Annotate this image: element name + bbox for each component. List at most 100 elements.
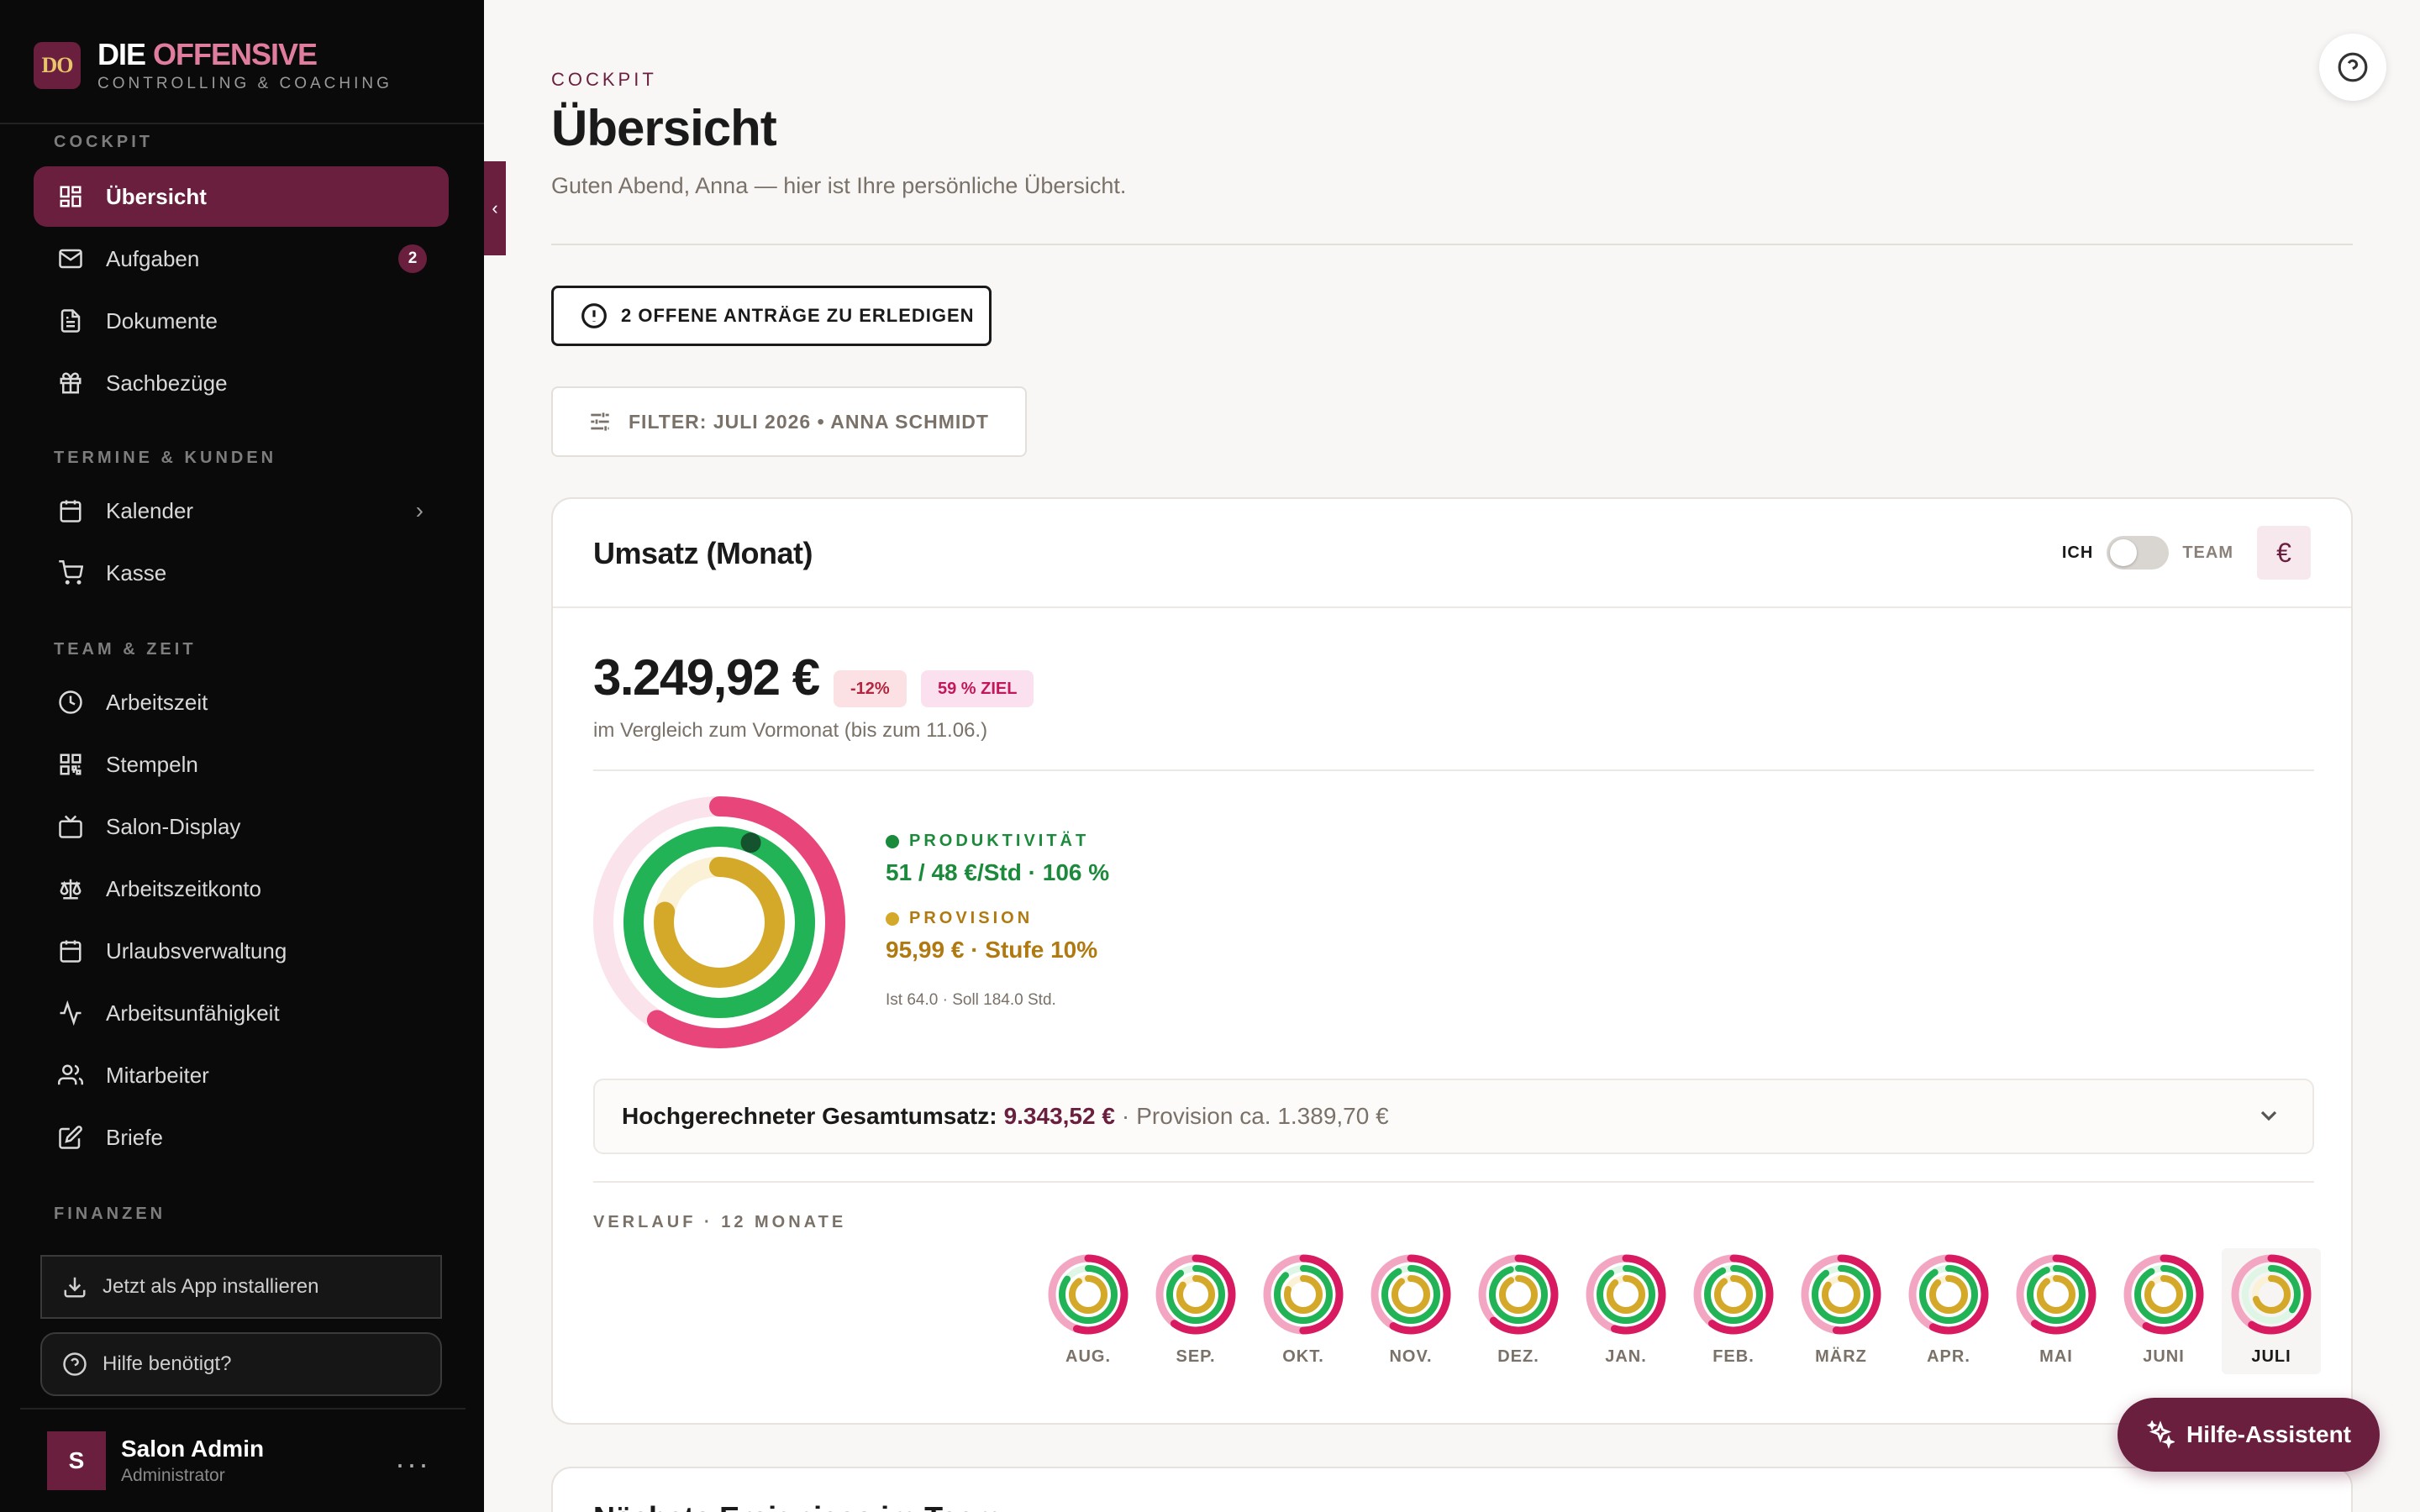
sidebar-item-label: Aufgaben — [106, 245, 200, 271]
month-commission-ring — [1392, 1275, 1430, 1314]
month-item[interactable]: NOV. — [1361, 1248, 1460, 1374]
month-item[interactable]: JULI — [2222, 1248, 2321, 1374]
avatar: S — [47, 1431, 106, 1490]
month-item[interactable]: MAI — [2007, 1248, 2106, 1374]
section-label-termine: TERMINE & KUNDEN — [54, 449, 277, 467]
alert-icon — [581, 303, 607, 328]
sidebar: DO DIE OFFENSIVE CONTROLLING & COACHING … — [0, 0, 484, 1512]
month-rings — [2123, 1254, 2204, 1335]
month-item[interactable]: OKT. — [1254, 1248, 1353, 1374]
sidebar-item-label: Briefe — [106, 1124, 163, 1150]
month-item[interactable]: FEB. — [1684, 1248, 1783, 1374]
month-item[interactable]: MÄRZ — [1791, 1248, 1891, 1374]
activity-icon — [57, 1000, 84, 1026]
month-rings — [1155, 1254, 1236, 1335]
toggle-label-team[interactable]: TEAM — [2182, 543, 2233, 563]
month-item[interactable]: DEZ. — [1469, 1248, 1568, 1374]
productivity-legend: PRODUKTIVITÄT 51 / 48 €/Std · 106 % — [886, 832, 1109, 886]
month-commission-ring — [1069, 1275, 1107, 1314]
user-profile[interactable]: S Salon Admin Administrator — [47, 1431, 264, 1490]
sidebar-item-arbeitszeit[interactable]: Arbeitszeit — [34, 672, 449, 732]
month-item[interactable]: SEP. — [1146, 1248, 1245, 1374]
month-item[interactable]: APR. — [1899, 1248, 1998, 1374]
month-commission-ring — [1607, 1275, 1645, 1314]
month-item[interactable]: JUNI — [2114, 1248, 2213, 1374]
month-rings — [1586, 1254, 1666, 1335]
history-label: VERLAUF · 12 MONATE — [593, 1213, 847, 1231]
sidebar-item-label: Stempeln — [106, 751, 198, 777]
collapse-sidebar-button[interactable]: ‹ — [484, 161, 506, 255]
currency-button[interactable]: € — [2257, 526, 2311, 580]
month-label: DEZ. — [1497, 1347, 1539, 1366]
help-icon — [2338, 52, 2368, 82]
toggle-knob — [2110, 539, 2138, 566]
productivity-overshoot-marker — [740, 832, 761, 853]
sidebar-item-label: Arbeitszeit — [106, 689, 208, 715]
sparkles-icon — [2146, 1420, 2175, 1449]
month-rings — [1048, 1254, 1128, 1335]
sidebar-item-label: Arbeitsunfähigkeit — [106, 1000, 280, 1026]
month-commission-ring — [1499, 1275, 1538, 1314]
filter-button[interactable]: FILTER: JULI 2026 • ANNA SCHMIDT — [551, 386, 1027, 457]
commission-label: PROVISION — [909, 909, 1034, 927]
month-item[interactable]: AUG. — [1039, 1248, 1138, 1374]
goal-badge: 59 % ZIEL — [921, 670, 1034, 707]
month-commission-ring — [1929, 1275, 1968, 1314]
hours-note: Ist 64.0 · Soll 184.0 Std. — [886, 991, 1056, 1009]
sidebar-item-arbeitszeitkonto[interactable]: Arbeitszeitkonto — [34, 858, 449, 919]
help-button[interactable] — [2319, 34, 2386, 101]
month-rings — [1370, 1254, 1451, 1335]
gift-icon — [57, 370, 84, 396]
install-app-button[interactable]: Jetzt als App installieren — [40, 1255, 442, 1319]
sidebar-item-briefe[interactable]: Briefe — [34, 1107, 449, 1168]
sidebar-item-sachbezuege[interactable]: Sachbezüge — [34, 353, 449, 413]
scope-toggle[interactable] — [2107, 536, 2170, 570]
sidebar-item-label: Dokumente — [106, 307, 218, 333]
open-requests-button[interactable]: 2 OFFENE ANTRÄGE ZU ERLEDIGEN — [551, 286, 992, 346]
sidebar-item-arbeitsunfaehigkeit[interactable]: Arbeitsunfähigkeit — [34, 983, 449, 1043]
section-label-finanzen: FINANZEN — [54, 1205, 166, 1223]
divider — [0, 123, 484, 124]
sidebar-item-mitarbeiter[interactable]: Mitarbeiter — [34, 1045, 449, 1105]
month-label: JAN. — [1605, 1347, 1647, 1366]
help-needed-button[interactable]: Hilfe benötigt? — [40, 1332, 442, 1396]
sidebar-item-uebersicht[interactable]: Übersicht — [34, 166, 449, 227]
sidebar-item-label: Salon-Display — [106, 813, 241, 839]
calendar-icon — [57, 937, 84, 964]
sidebar-item-aufgaben[interactable]: Aufgaben 2 — [34, 228, 449, 289]
sidebar-item-urlaubsverwaltung[interactable]: Urlaubsverwaltung — [34, 921, 449, 981]
forecast-commission: Provision ca. 1.389,70 € — [1136, 1103, 1389, 1129]
breadcrumb: COCKPIT — [551, 69, 657, 90]
sidebar-item-stempeln[interactable]: Stempeln — [34, 734, 449, 795]
help-assistant-button[interactable]: Hilfe-Assistent — [2118, 1398, 2380, 1472]
commission-legend: PROVISION 95,99 € · Stufe 10% — [886, 909, 1097, 963]
brand-logo: DO — [34, 42, 81, 89]
month-label: SEP. — [1176, 1347, 1216, 1366]
sidebar-item-kasse[interactable]: Kasse — [34, 543, 449, 603]
month-label: AUG. — [1065, 1347, 1111, 1366]
clock-icon — [57, 689, 84, 716]
sliders-icon — [591, 412, 609, 431]
help-icon — [63, 1352, 87, 1376]
brand[interactable]: DO DIE OFFENSIVE CONTROLLING & COACHING — [34, 38, 392, 92]
forecast-accordion[interactable]: Hochgerechneter Gesamtumsatz: 9.343,52 €… — [593, 1079, 2314, 1154]
month-item[interactable]: JAN. — [1576, 1248, 1676, 1374]
toggle-label-ich[interactable]: ICH — [2062, 543, 2093, 563]
chevron-left-icon: ‹ — [492, 197, 498, 218]
divider — [593, 1181, 2314, 1183]
brand-subtitle: CONTROLLING & COACHING — [97, 75, 392, 92]
productivity-value: 51 / 48 €/Std · 106 % — [886, 859, 1110, 885]
month-label: MÄRZ — [1815, 1347, 1867, 1366]
sidebar-item-kalender[interactable]: Kalender › — [34, 480, 449, 541]
month-commission-ring — [1714, 1275, 1753, 1314]
month-label: OKT. — [1282, 1347, 1324, 1366]
more-options-icon[interactable]: ··· — [395, 1446, 430, 1482]
month-rings — [2231, 1254, 2312, 1335]
card-title: Umsatz (Monat) — [593, 536, 813, 570]
sidebar-item-salon-display[interactable]: Salon-Display — [34, 796, 449, 857]
month-rings — [1908, 1254, 1989, 1335]
sidebar-item-dokumente[interactable]: Dokumente — [34, 291, 449, 351]
sidebar-item-label: Mitarbeiter — [106, 1062, 209, 1088]
forecast-value: 9.343,52 € — [1003, 1103, 1115, 1129]
qr-icon — [57, 751, 84, 778]
